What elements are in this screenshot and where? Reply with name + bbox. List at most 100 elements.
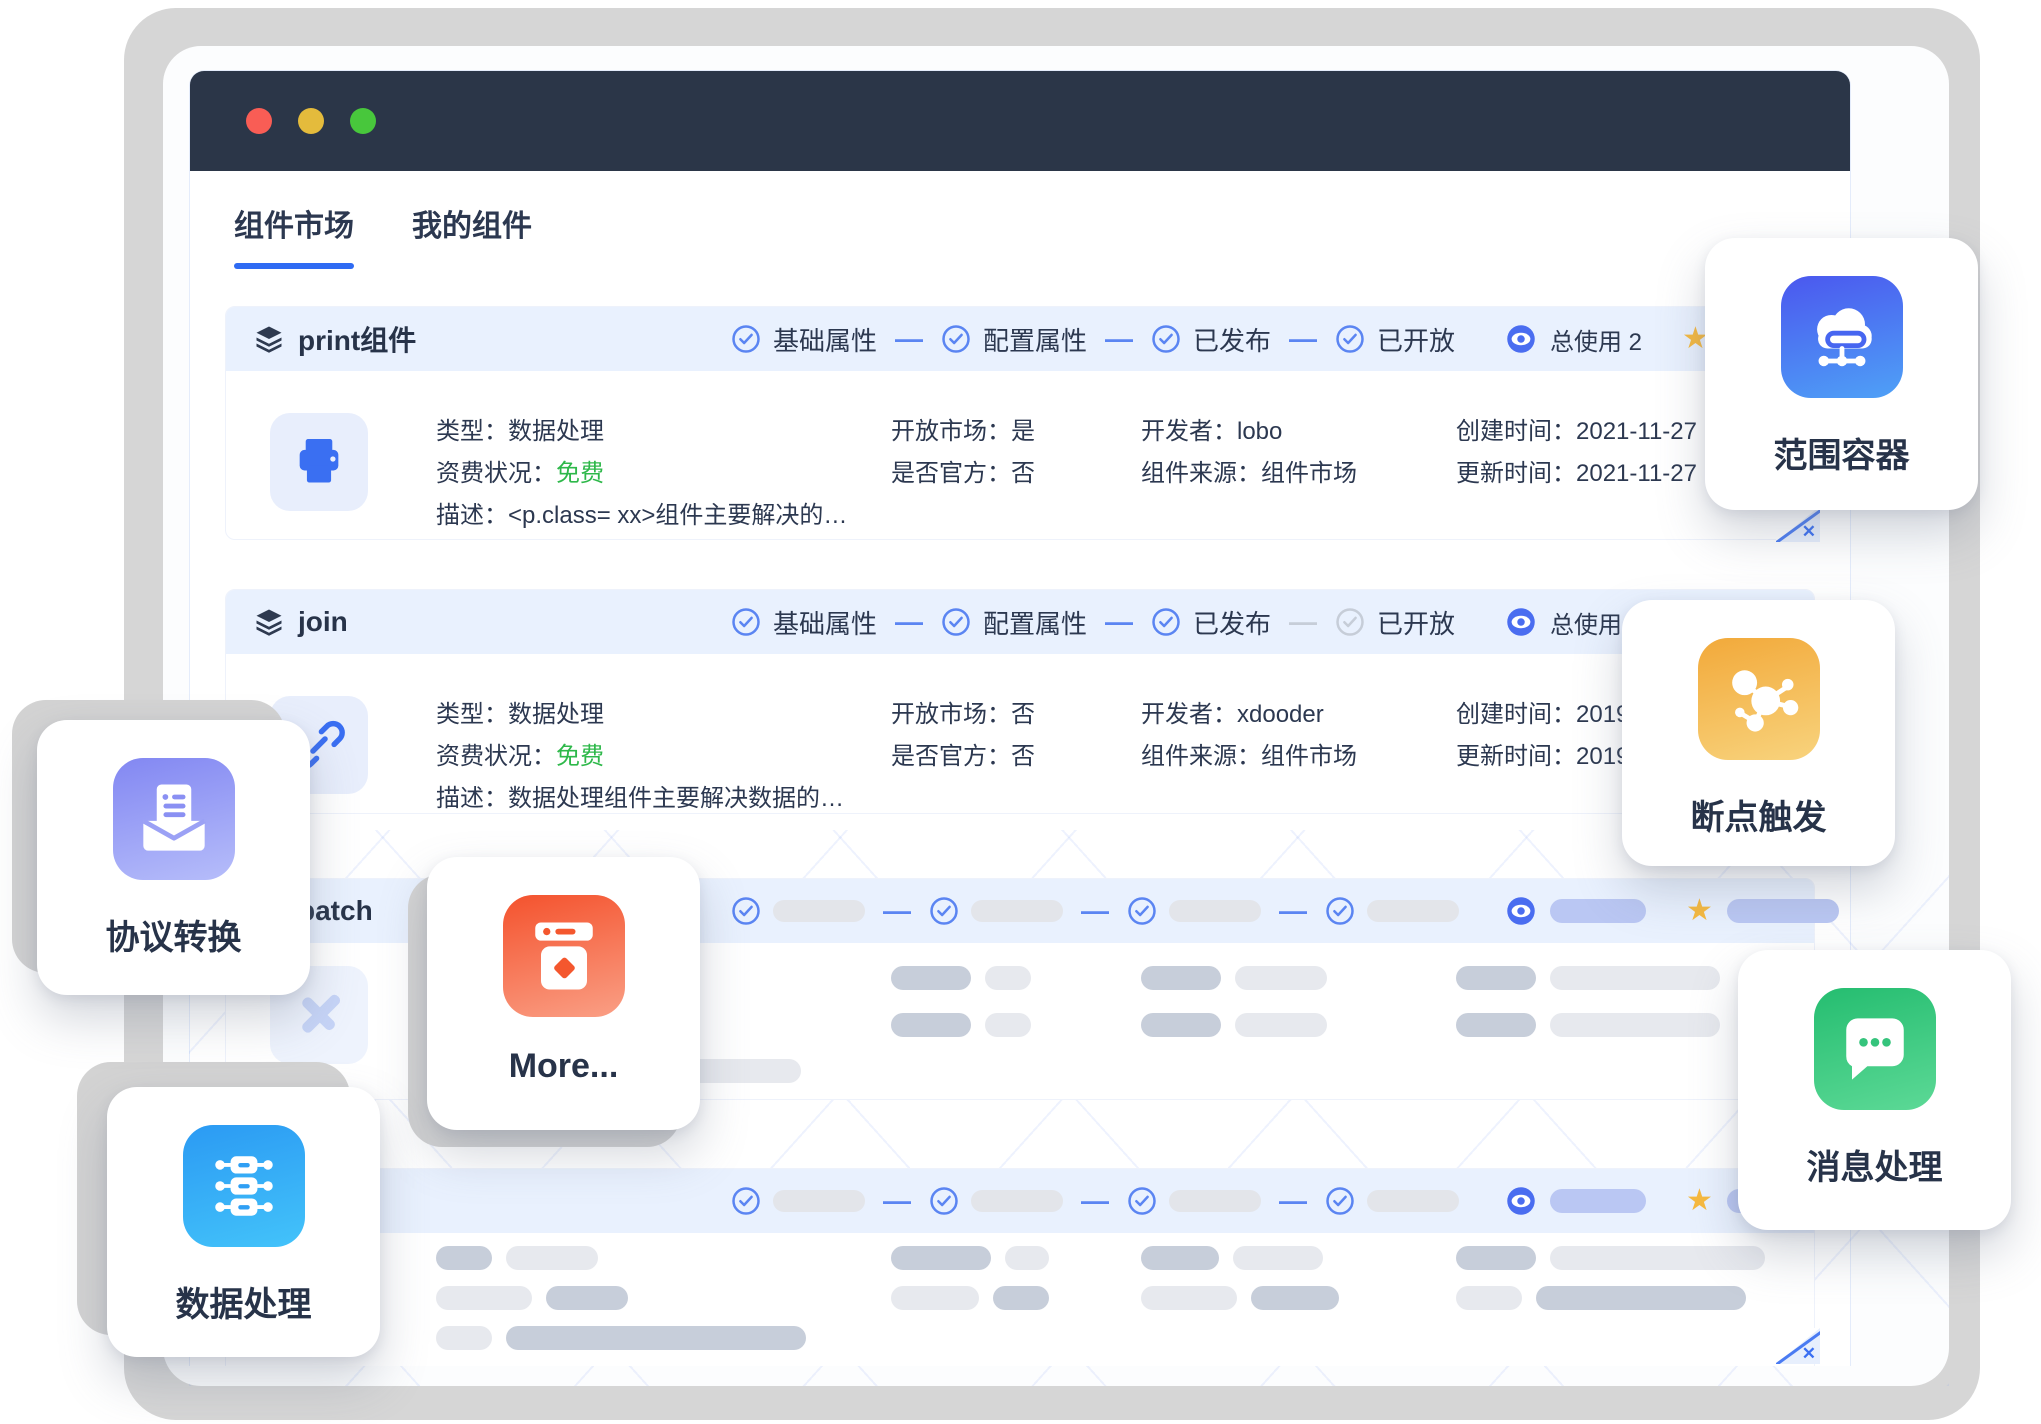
floating-card-data-processing[interactable]: 数据处理 bbox=[107, 1087, 380, 1357]
step-label: 已发布 bbox=[1193, 604, 1271, 641]
field-value: 数据处理 bbox=[508, 418, 604, 445]
floating-card-label: 断点触发 bbox=[1691, 790, 1827, 839]
floating-card-scope-container[interactable]: 范围容器 bbox=[1705, 238, 1978, 510]
skeleton-pill bbox=[971, 900, 1063, 922]
step-connector: — bbox=[1279, 895, 1307, 927]
field-label: 开发者： bbox=[1141, 418, 1237, 445]
step-connector: — bbox=[1081, 1185, 1109, 1217]
window-titlebar bbox=[190, 71, 1850, 171]
check-circle-icon-inactive bbox=[1335, 607, 1365, 637]
check-circle-icon bbox=[929, 1186, 959, 1216]
usage-eye-icon bbox=[1506, 607, 1536, 637]
field-value: 否 bbox=[1011, 460, 1035, 487]
layers-icon bbox=[254, 324, 284, 354]
check-circle-icon bbox=[1335, 324, 1365, 354]
check-circle-icon bbox=[941, 324, 971, 354]
skeleton-pill bbox=[773, 900, 865, 922]
step-connector: — bbox=[883, 1185, 911, 1217]
tab-label: 组件市场 bbox=[234, 210, 354, 243]
step-label: 已发布 bbox=[1193, 321, 1271, 358]
check-circle-icon bbox=[1325, 896, 1355, 926]
field-value: xdooder bbox=[1237, 701, 1324, 728]
field-value: 否 bbox=[1011, 701, 1035, 728]
field-value: <p.class= xx>组件主要解决的… bbox=[508, 502, 847, 529]
step-label: 配置属性 bbox=[983, 604, 1087, 641]
minimize-window-button[interactable] bbox=[298, 108, 324, 134]
floating-card-message-processing[interactable]: 消息处理 bbox=[1738, 950, 2011, 1230]
step-connector: — bbox=[895, 323, 923, 355]
field-value: lobo bbox=[1237, 418, 1282, 445]
card-header: — — — ★ bbox=[226, 1169, 1814, 1233]
corner-fold: ✕ bbox=[1776, 1328, 1820, 1364]
component-card-loading[interactable]: — — — ★ bbox=[225, 1168, 1815, 1366]
corner-fold: ✕ bbox=[1776, 506, 1820, 542]
step-label: 配置属性 bbox=[983, 321, 1087, 358]
field-label: 开发者： bbox=[1141, 701, 1237, 728]
component-card-join[interactable]: join 基础属性 — 配置属性 — 已发布 — 已开放 总使用 6 类型：数 bbox=[225, 589, 1815, 814]
floating-card-breakpoint-trigger[interactable]: 断点触发 bbox=[1622, 600, 1895, 866]
field-label: 是否官方： bbox=[891, 743, 1011, 770]
skeleton-pill bbox=[971, 1190, 1063, 1212]
close-icon[interactable]: ✕ bbox=[1802, 522, 1816, 542]
step-connector: — bbox=[1081, 895, 1109, 927]
field-label: 开放市场： bbox=[891, 418, 1011, 445]
skeleton-pill bbox=[1169, 900, 1261, 922]
skeleton-pill bbox=[1550, 1189, 1646, 1213]
step-connector: — bbox=[895, 606, 923, 638]
floating-card-label: 协议转换 bbox=[106, 910, 242, 959]
check-circle-icon bbox=[731, 896, 761, 926]
field-label: 资费状况： bbox=[436, 460, 556, 487]
field-label: 资费状况： bbox=[436, 743, 556, 770]
store-icon bbox=[503, 895, 625, 1017]
skeleton-pill bbox=[1727, 899, 1839, 923]
field-value: 否 bbox=[1011, 743, 1035, 770]
maximize-window-button[interactable] bbox=[350, 108, 376, 134]
step-connector: — bbox=[1289, 323, 1317, 355]
check-circle-icon bbox=[731, 324, 761, 354]
check-circle-icon bbox=[929, 896, 959, 926]
floating-card-more[interactable]: More... bbox=[427, 857, 700, 1130]
field-value: 组件市场 bbox=[1261, 460, 1357, 487]
page: 组件市场 我的组件 print组件 基础属性 — 配置属性 — 已发布 — 已开… bbox=[0, 0, 2041, 1424]
step-connector: — bbox=[883, 895, 911, 927]
component-name: join bbox=[298, 606, 348, 638]
field-value: 是 bbox=[1011, 418, 1035, 445]
field-label: 组件来源： bbox=[1141, 743, 1261, 770]
card-meta: ★ bbox=[1506, 879, 1839, 943]
close-window-button[interactable] bbox=[246, 108, 272, 134]
skeleton-pill bbox=[1367, 900, 1459, 922]
card-header: print组件 基础属性 — 配置属性 — 已发布 — 已开放 总使用 2 ★ … bbox=[226, 307, 1814, 371]
usage-eye-icon bbox=[1506, 324, 1536, 354]
field-label: 描述： bbox=[436, 502, 508, 529]
field-label: 更新时间： bbox=[1456, 743, 1576, 770]
field-label: 开放市场： bbox=[891, 701, 1011, 728]
component-card-print[interactable]: print组件 基础属性 — 配置属性 — 已发布 — 已开放 总使用 2 ★ … bbox=[225, 306, 1815, 540]
rating-star-icon: ★ bbox=[1686, 896, 1713, 926]
step-label: 基础属性 bbox=[773, 604, 877, 641]
check-circle-icon bbox=[731, 607, 761, 637]
cloud-network-icon bbox=[1781, 276, 1903, 398]
printer-icon bbox=[270, 413, 368, 511]
field-label: 描述： bbox=[436, 785, 508, 812]
floating-card-protocol-conversion[interactable]: 协议转换 bbox=[37, 720, 310, 995]
check-circle-icon bbox=[1127, 1186, 1157, 1216]
status-steps-skeleton: — — — bbox=[731, 879, 1459, 943]
field-value: 数据处理 bbox=[508, 701, 604, 728]
data-nodes-icon bbox=[183, 1125, 305, 1247]
field-value: 组件市场 bbox=[1261, 743, 1357, 770]
molecule-icon bbox=[1698, 638, 1820, 760]
layers-icon bbox=[254, 607, 284, 637]
step-connector: — bbox=[1105, 323, 1133, 355]
tab-my-components[interactable]: 我的组件 bbox=[412, 201, 532, 269]
usage-count: 总使用 2 bbox=[1550, 322, 1642, 357]
step-connector: — bbox=[1279, 1185, 1307, 1217]
skeleton-pill bbox=[1367, 1190, 1459, 1212]
tab-component-market[interactable]: 组件市场 bbox=[234, 201, 354, 269]
floating-card-label: 范围容器 bbox=[1774, 428, 1910, 477]
close-icon[interactable]: ✕ bbox=[1802, 1344, 1816, 1364]
status-steps-skeleton: — — — bbox=[731, 1169, 1459, 1233]
chat-bubble-icon bbox=[1814, 988, 1936, 1110]
check-circle-icon bbox=[941, 607, 971, 637]
check-circle-icon bbox=[1127, 896, 1157, 926]
step-label: 已开放 bbox=[1377, 321, 1455, 358]
